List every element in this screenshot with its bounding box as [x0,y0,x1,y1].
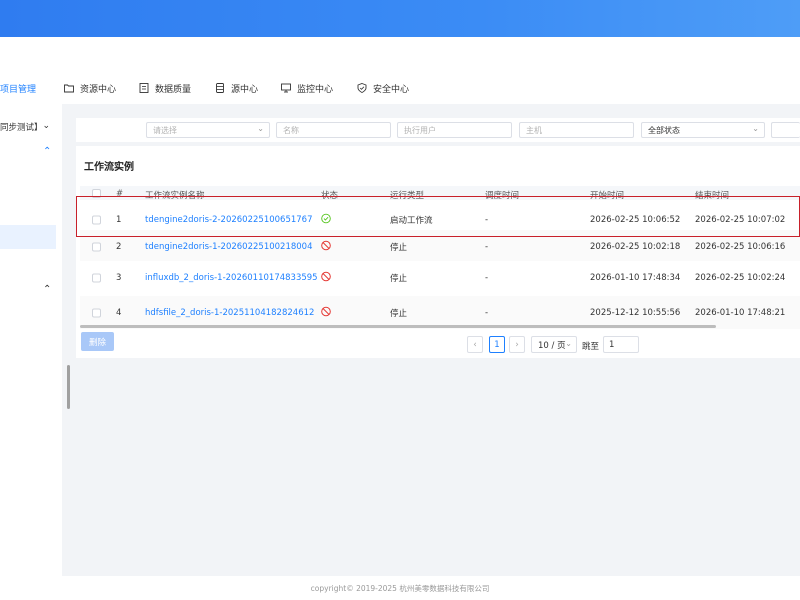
stop-icon [321,306,331,316]
status-select-value: 全部状态 [648,125,680,135]
database-icon [216,83,224,93]
workflow-select[interactable]: 请选择 ⌄ [146,122,270,138]
nav-item-label: 数据质量 [155,84,192,95]
status-cell [321,271,331,284]
row-index: 3 [116,272,122,283]
extra-filter-input[interactable] [771,122,800,138]
project-select[interactable]: 同步测试】 ⌄ [0,118,56,136]
copyright-text: copyright© 2019-2025 杭州美零数据科技有限公司 [310,584,490,593]
nav-item-security[interactable]: 安全中心 [357,72,409,104]
page-size-value: 10 / 页 [538,340,566,351]
host-input[interactable]: 主机 [519,122,634,138]
schedule-time-cell: - [485,272,489,283]
instance-name-link[interactable]: influxdb_2_doris-1-20260110174833595 [145,273,318,283]
name-input[interactable]: 名称 [276,122,391,138]
nav-item-source[interactable]: 源中心 [215,72,258,104]
chevron-up-icon[interactable]: ⌃ [43,146,51,157]
run-type-cell: 停止 [390,242,408,253]
data-quality-icon [139,83,149,93]
table-row[interactable]: 3 influxdb_2_doris-1-20260110174833595 停… [80,261,800,294]
sidebar-scrollbar[interactable] [67,365,70,409]
status-cell [321,306,331,319]
top-header-bar [0,0,800,37]
folder-icon [64,84,74,93]
stop-icon [321,240,331,250]
chevron-down-icon: ⌄ [257,124,264,133]
nav-item-label: 监控中心 [297,84,334,95]
filter-bar: 请选择 ⌄ 名称 执行用户 主机 全部状态 ⌄ [76,118,800,142]
chevron-down-icon: ⌄ [42,121,50,131]
prev-page-button[interactable]: ‹ [467,336,483,353]
footer: copyright© 2019-2025 杭州美零数据科技有限公司 [0,576,800,600]
page-size-select[interactable]: 10 / 页 ⌄ [531,336,577,353]
project-select-value: 同步测试】 [0,123,43,133]
jump-page-value: 1 [609,339,615,350]
row-index: 2 [116,241,122,252]
instance-name-link[interactable]: tdengine2doris-1-20260225100218004 [145,242,313,252]
run-type-cell: 停止 [390,308,408,319]
name-input-placeholder: 名称 [283,125,299,135]
end-time-cell: 2026-01-10 17:48:21 [695,307,786,318]
sidebar-item-active[interactable] [0,225,56,249]
start-time-cell: 2025-12-12 10:55:56 [590,307,681,318]
chevron-down-icon: ⌄ [565,339,572,348]
executor-input[interactable]: 执行用户 [397,122,512,138]
status-cell [321,240,331,253]
row-checkbox[interactable] [92,273,101,282]
row-checkbox[interactable] [92,242,101,251]
row-index: 4 [116,307,122,318]
nav-item-data-quality[interactable]: 数据质量 [139,72,191,104]
nav-item-label: 安全中心 [373,84,410,95]
host-input-placeholder: 主机 [526,125,542,135]
stop-icon [321,271,331,281]
workflow-select-placeholder: 请选择 [153,125,177,135]
shield-icon [357,83,367,93]
page-title: 工作流实例 [84,162,134,173]
row-checkbox[interactable] [92,308,101,317]
status-select[interactable]: 全部状态 ⌄ [641,122,765,138]
main-nav: 项目管理 资源中心 数据质量 源中心 监控中心 安全中心 [0,72,800,104]
delete-button[interactable]: 删除 [81,332,114,351]
nav-item-project[interactable]: 项目管理 [0,72,36,104]
nav-item-resource[interactable]: 资源中心 [64,72,116,104]
next-page-button[interactable]: › [509,336,525,353]
chevron-down-icon: ⌄ [752,124,759,133]
nav-item-label: 源中心 [231,84,259,95]
monitor-icon [281,83,291,93]
jump-page-input[interactable]: 1 [603,336,639,353]
table-horizontal-scrollbar[interactable] [80,325,716,328]
chevron-up-icon[interactable]: ⌃ [43,284,51,295]
schedule-time-cell: - [485,241,489,252]
highlight-box [76,196,800,237]
instance-name-link[interactable]: hdfsfile_2_doris-1-20251104182824612 [145,308,314,318]
sidebar: 同步测试】 ⌄ ⌃ ⌃ [0,104,60,600]
end-time-cell: 2026-02-25 10:02:24 [695,272,786,283]
end-time-cell: 2026-02-25 10:06:16 [695,241,786,252]
start-time-cell: 2026-02-25 10:02:18 [590,241,681,252]
jump-label: 跳至 [582,342,600,352]
nav-item-label: 资源中心 [80,84,117,95]
executor-input-placeholder: 执行用户 [404,125,436,135]
current-page[interactable]: 1 [489,336,505,353]
run-type-cell: 停止 [390,273,408,284]
start-time-cell: 2026-01-10 17:48:34 [590,272,681,283]
schedule-time-cell: - [485,307,489,318]
nav-item-monitor[interactable]: 监控中心 [281,72,333,104]
nav-item-label: 项目管理 [0,84,37,95]
